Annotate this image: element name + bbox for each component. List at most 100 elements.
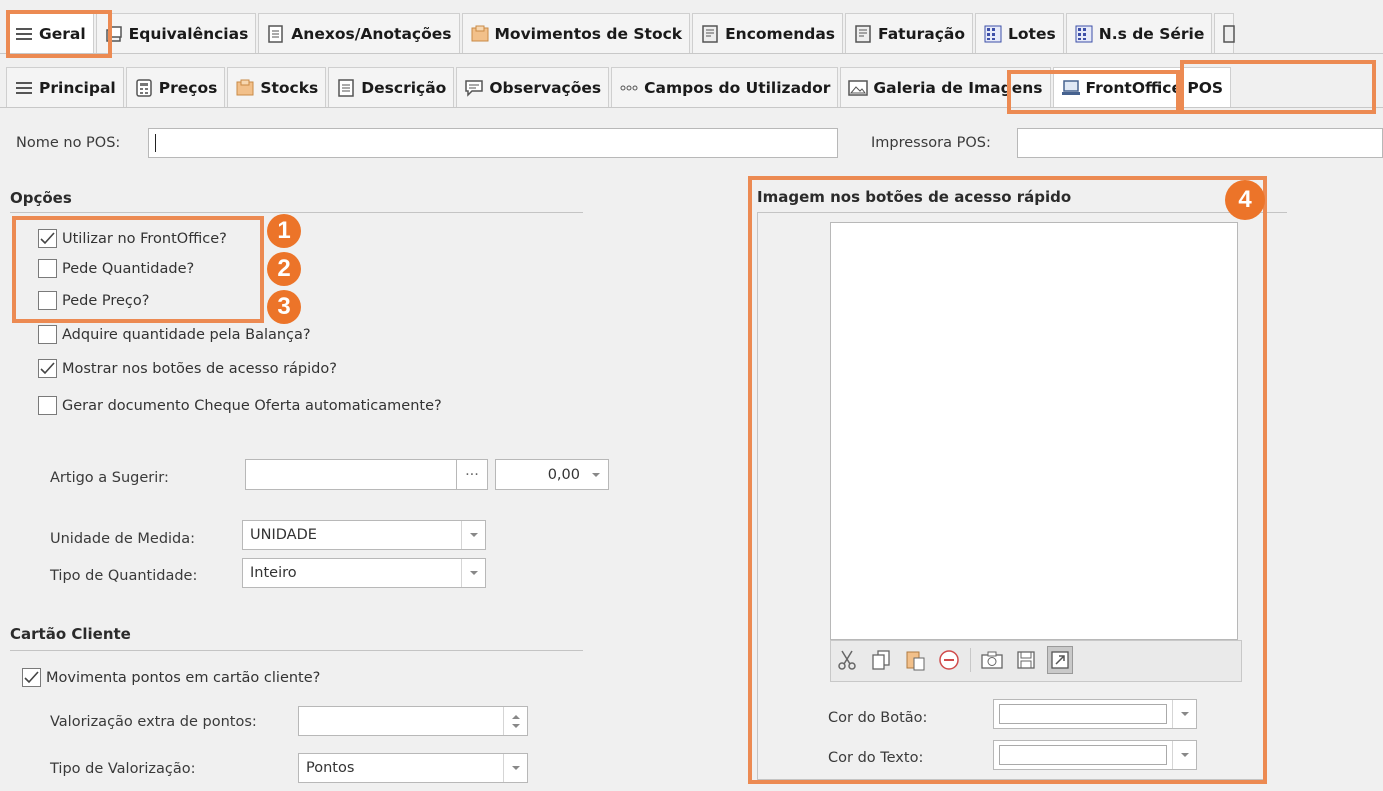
image-icon	[848, 78, 869, 98]
box-icon	[235, 78, 255, 98]
marker-label: 1	[277, 217, 291, 244]
option-checkbox-checked[interactable]	[38, 229, 57, 248]
tab-label: Descrição	[361, 78, 447, 97]
marker-label: 3	[277, 293, 291, 320]
button-color-select[interactable]	[993, 699, 1197, 729]
tab-equivalencias[interactable]: Equivalências	[95, 13, 257, 53]
stretch-icon[interactable]	[1047, 646, 1073, 674]
move-points-checkbox[interactable]	[22, 668, 41, 687]
option-checkbox-row[interactable]: Pede Preço?	[38, 291, 149, 310]
options-title: Opções	[10, 189, 72, 207]
tab-observacoes[interactable]: Observações	[456, 67, 610, 107]
tab-precos[interactable]: Preços	[125, 67, 226, 107]
valuation-type-select[interactable]: Pontos	[298, 753, 528, 783]
suggest-browse-button[interactable]: ···	[456, 459, 488, 490]
tab-label: Campos do Utilizador	[644, 78, 831, 97]
option-checkbox-row[interactable]: Pede Quantidade?	[38, 259, 194, 278]
extra-points-spinner[interactable]	[298, 706, 528, 736]
document-icon	[336, 78, 356, 98]
card-divider	[10, 650, 583, 651]
suggest-quantity-value: 0,00	[547, 466, 580, 483]
option-checkbox-row[interactable]: Adquire quantidade pela Balança?	[38, 325, 311, 344]
option-checkbox-checked[interactable]	[38, 359, 57, 378]
option-checkbox-row[interactable]: Utilizar no FrontOffice?	[38, 229, 227, 248]
tab-faturacao[interactable]: Faturação	[845, 13, 974, 53]
unit-select[interactable]: UNIDADE	[242, 520, 486, 550]
remove-icon[interactable]	[936, 646, 962, 674]
tab-anexos-anotacoes[interactable]: Anexos/Anotações	[258, 13, 460, 53]
text-color-select[interactable]	[993, 740, 1197, 770]
tab-overflow[interactable]	[1214, 13, 1236, 53]
tab-encomendas[interactable]: Encomendas	[692, 13, 844, 53]
tab-galeria-imagens[interactable]: Galeria de Imagens	[840, 67, 1051, 107]
option-label: Adquire quantidade pela Balança?	[62, 326, 311, 343]
image-panel-title: Imagem nos botões de acesso rápido	[757, 188, 1072, 206]
scissors-icon[interactable]	[834, 646, 860, 674]
marker-2-badge: 2	[267, 252, 301, 286]
option-checkbox-row[interactable]: Gerar documento Cheque Oferta automatica…	[38, 396, 442, 415]
image-panel-divider	[757, 212, 1287, 213]
qty-type-label: Tipo de Quantidade:	[50, 568, 198, 584]
tab-principal[interactable]: Principal	[6, 67, 124, 107]
image-preview[interactable]	[830, 222, 1238, 640]
chevron-down-icon[interactable]	[461, 559, 485, 587]
tab-label: Stocks	[260, 78, 319, 97]
camera-icon[interactable]	[979, 646, 1005, 674]
tab-lotes[interactable]: Lotes	[975, 13, 1064, 53]
tab-stocks[interactable]: Stocks	[227, 67, 327, 107]
tab-label: Principal	[39, 78, 116, 97]
list-icon	[14, 24, 34, 44]
tab-descricao[interactable]: Descrição	[328, 67, 455, 107]
spinner-arrows-icon[interactable]	[503, 707, 527, 735]
chevron-down-icon[interactable]	[584, 460, 608, 489]
tab-movimentos-stock[interactable]: Movimentos de Stock	[461, 13, 691, 53]
card-title: Cartão Cliente	[10, 625, 131, 643]
browse-label: ···	[465, 466, 479, 483]
option-label: Utilizar no FrontOffice?	[62, 230, 227, 247]
document-icon	[266, 24, 286, 44]
tab-ns-de-serie[interactable]: N.s de Série	[1065, 13, 1213, 53]
tab-label: Geral	[39, 24, 86, 43]
save-icon[interactable]	[1013, 646, 1039, 674]
tab-label: FrontOffice POS	[1085, 78, 1224, 97]
tab-label: Movimentos de Stock	[494, 24, 683, 43]
main-tab-bar: Geral Equivalências Anexos/Anotações Mov…	[0, 12, 1383, 54]
paste-icon[interactable]	[902, 646, 928, 674]
chevron-down-icon[interactable]	[1172, 741, 1196, 769]
suggest-input[interactable]	[245, 459, 457, 490]
option-checkbox[interactable]	[38, 291, 57, 310]
unit-value: UNIDADE	[250, 527, 317, 543]
box-icon	[470, 24, 490, 44]
tab-campos-utilizador[interactable]: Campos do Utilizador	[611, 67, 839, 107]
button-color-label: Cor do Botão:	[828, 710, 928, 726]
option-checkbox[interactable]	[38, 259, 57, 278]
chevron-down-icon[interactable]	[1172, 700, 1196, 728]
move-points-checkbox-row[interactable]: Movimenta pontos em cartão cliente?	[22, 668, 320, 687]
qty-type-select[interactable]: Inteiro	[242, 558, 486, 588]
window-icon	[104, 24, 124, 44]
option-checkbox[interactable]	[38, 325, 57, 344]
suggest-label: Artigo a Sugerir:	[50, 470, 169, 486]
marker-label: 4	[1238, 186, 1252, 213]
move-points-label: Movimenta pontos em cartão cliente?	[46, 669, 321, 686]
ledger-icon	[700, 24, 720, 44]
qty-type-value: Inteiro	[250, 565, 297, 581]
pos-name-input[interactable]	[148, 128, 838, 158]
list-icon	[14, 78, 34, 98]
sub-tab-bar: Principal Preços Stocks Descrição Observ…	[0, 66, 1383, 108]
chevron-down-icon[interactable]	[503, 754, 527, 782]
image-toolbar	[834, 646, 1073, 674]
grid-numbers-icon	[1074, 24, 1094, 44]
text-caret	[155, 134, 156, 152]
suggest-quantity-field[interactable]: 0,00	[495, 459, 609, 490]
tab-frontoffice-pos[interactable]: FrontOffice POS	[1052, 67, 1232, 107]
option-label: Mostrar nos botões de acesso rápido?	[62, 360, 337, 377]
pos-printer-input[interactable]	[1017, 128, 1383, 158]
option-checkbox[interactable]	[38, 396, 57, 415]
marker-4-badge: 4	[1225, 180, 1265, 220]
tab-geral[interactable]: Geral	[6, 13, 94, 53]
copy-icon[interactable]	[868, 646, 894, 674]
marker-3-badge: 3	[267, 290, 301, 324]
option-checkbox-row[interactable]: Mostrar nos botões de acesso rápido?	[38, 359, 337, 378]
chevron-down-icon[interactable]	[461, 521, 485, 549]
